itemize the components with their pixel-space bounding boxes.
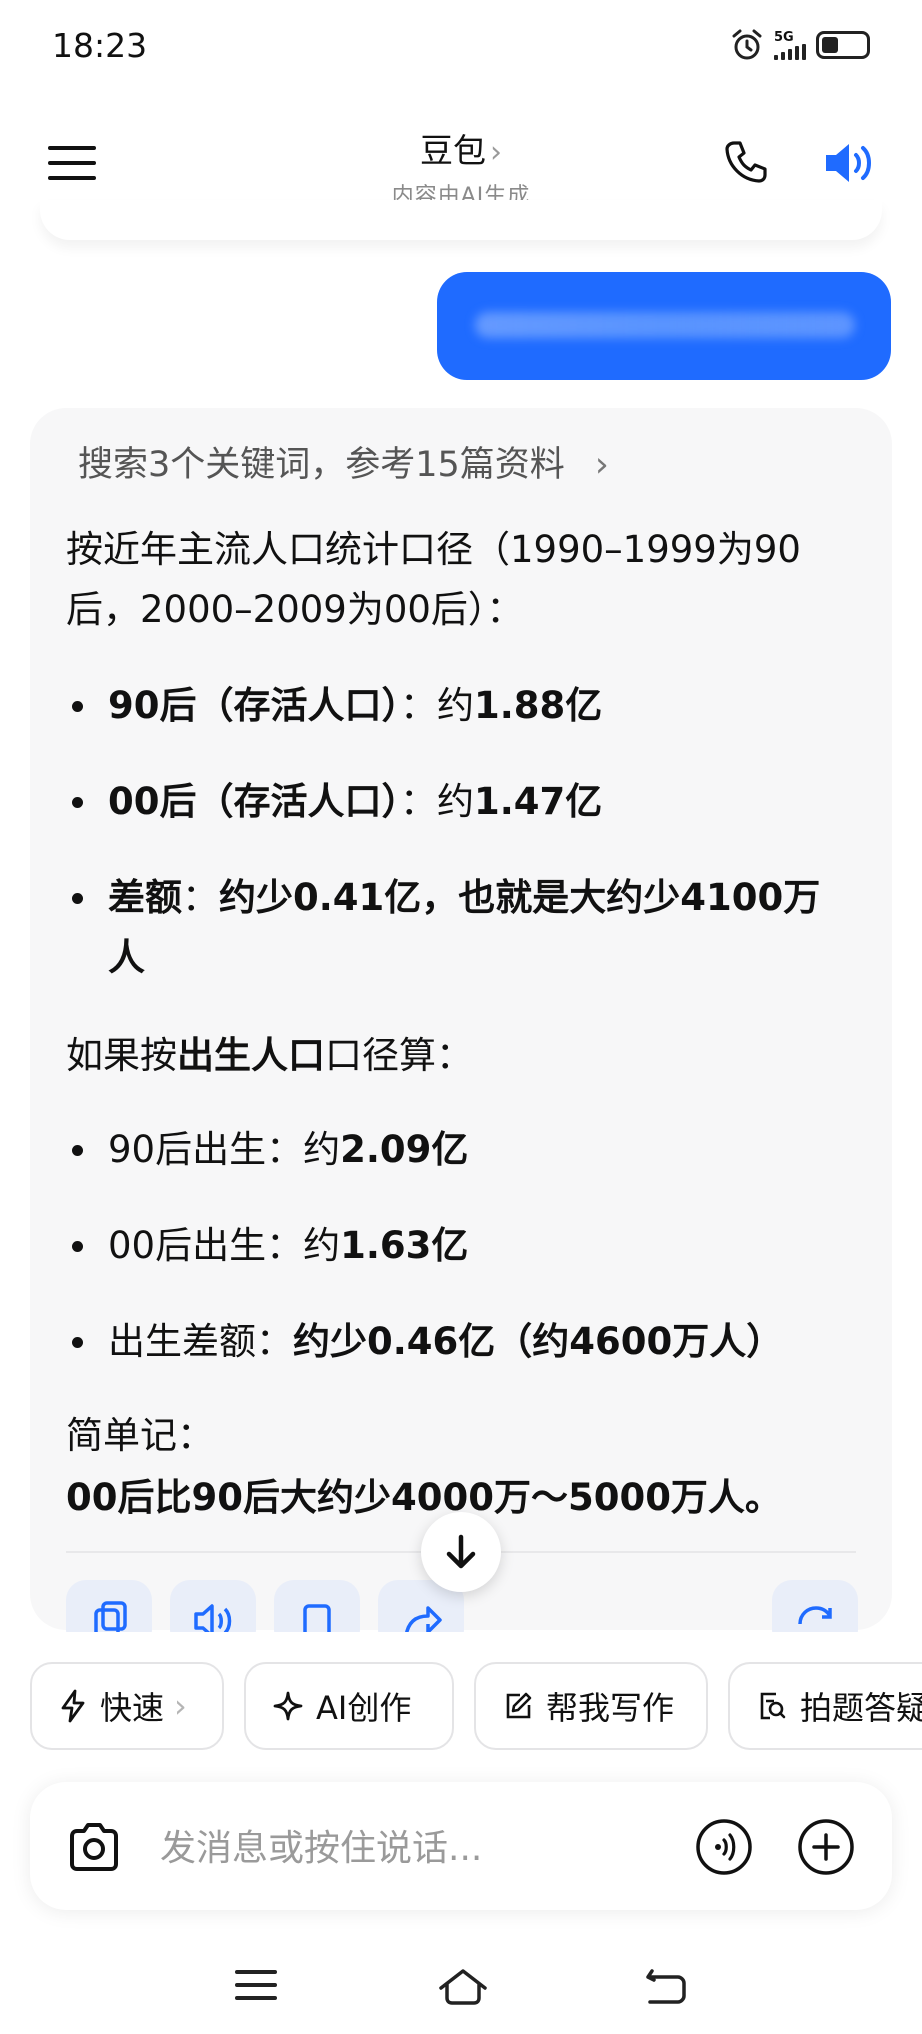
blurred-message-text [475, 312, 855, 338]
title-chevron-icon: › [490, 135, 502, 170]
lightning-icon [61, 1689, 85, 1723]
user-message-bubble[interactable] [437, 272, 891, 380]
nav-home-icon[interactable] [438, 1968, 488, 2008]
sparkle-icon [273, 1691, 303, 1721]
status-icons: 5G [730, 28, 870, 62]
nav-recents-icon[interactable] [235, 1970, 277, 2000]
search-summary-text[interactable]: 搜索3个关键词，参考15篇资料 [78, 445, 565, 485]
plus-icon[interactable] [796, 1817, 856, 1877]
message-input[interactable] [160, 1818, 680, 1878]
alarm-icon [732, 29, 762, 60]
voice-input-icon[interactable] [694, 1817, 754, 1877]
battery-icon [816, 31, 870, 59]
header-shadow [40, 200, 882, 240]
chat-title[interactable]: 豆包 › 内容由AI生成 [0, 124, 922, 210]
speaker-icon[interactable] [822, 138, 878, 188]
scan-question-icon [760, 1692, 786, 1720]
birth-intro: 如果按出生人口口径算： [66, 1034, 473, 1077]
page-title[interactable]: 豆包 [420, 131, 486, 170]
edit-icon [506, 1692, 532, 1719]
chip-ai-create[interactable]: AI创作 [244, 1662, 454, 1750]
network-type: 5G [774, 29, 794, 45]
arrow-down-icon [446, 1534, 476, 1569]
chip-fast[interactable]: 快速 › [30, 1662, 224, 1750]
nav-back-icon[interactable] [644, 1968, 688, 2006]
scroll-to-bottom-button[interactable] [421, 1512, 501, 1592]
chip-photo-question[interactable]: 拍题答疑 [728, 1662, 922, 1750]
search-summary[interactable]: 搜索3个关键词，参考15篇资料 › [78, 436, 609, 487]
signal-icon [774, 43, 806, 60]
answer-intro: 按近年主流人口统计口径（1990–1999为90后，2000–2009为00后）… [66, 528, 801, 631]
chip-help-write[interactable]: 帮我写作 [474, 1662, 708, 1750]
phone-icon[interactable] [722, 138, 770, 186]
status-time: 18:23 [52, 26, 148, 65]
camera-icon[interactable] [64, 1820, 124, 1876]
summary-label: 简单记： [66, 1414, 214, 1457]
search-chevron-icon: › [594, 445, 609, 485]
